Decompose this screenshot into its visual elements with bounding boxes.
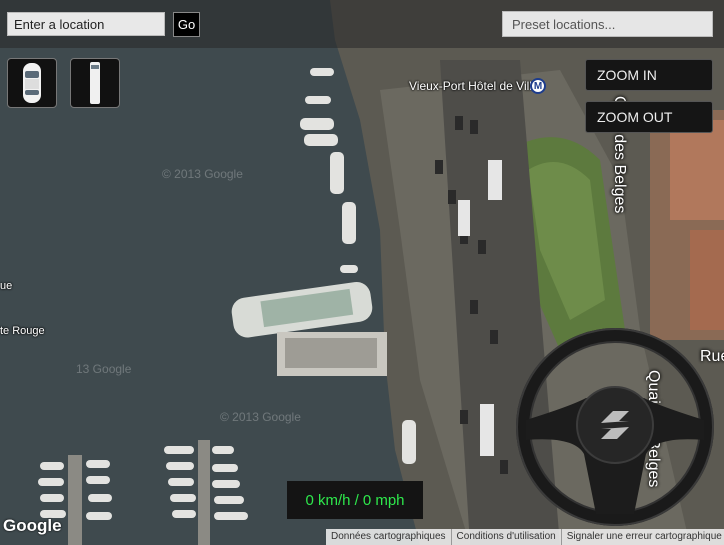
car-view-icon [23,63,41,103]
bus-view-button[interactable] [70,58,120,108]
map-label: ue [0,280,13,292]
speed-mph: 0 mph [362,491,405,509]
speed-kmh: 0 km/h / [305,491,359,509]
preset-locations-select[interactable]: Preset locations... [502,11,713,37]
map-footer: Données cartographiques Conditions d'uti… [326,529,724,545]
map-watermark: © 2013 Google [162,167,243,181]
map-watermark: 13 Google [76,362,132,376]
location-search-input[interactable] [7,12,165,36]
map-watermark: © 2013 Google [220,410,301,424]
zoom-out-button[interactable]: ZOOM OUT [585,101,713,133]
map-data-link[interactable]: Données cartographiques [326,529,451,545]
zoom-in-button[interactable]: ZOOM IN [585,59,713,91]
metro-icon: M [530,78,546,94]
report-map-error-link[interactable]: Signaler une erreur cartographique [560,529,724,545]
steering-wheel[interactable] [516,328,714,531]
bus-view-icon [90,62,100,104]
google-logo: Google [3,516,62,535]
car-view-button[interactable] [7,58,57,108]
steering-wheel-icon [516,328,714,526]
terms-of-use-link[interactable]: Conditions d'utilisation [450,529,561,545]
go-button[interactable]: Go [173,12,200,37]
map-label: te Rouge [0,325,45,337]
metro-station-label: Vieux-Port Hôtel de Ville [409,79,539,93]
speedometer-display: 0 km/h / 0 mph [287,481,423,519]
